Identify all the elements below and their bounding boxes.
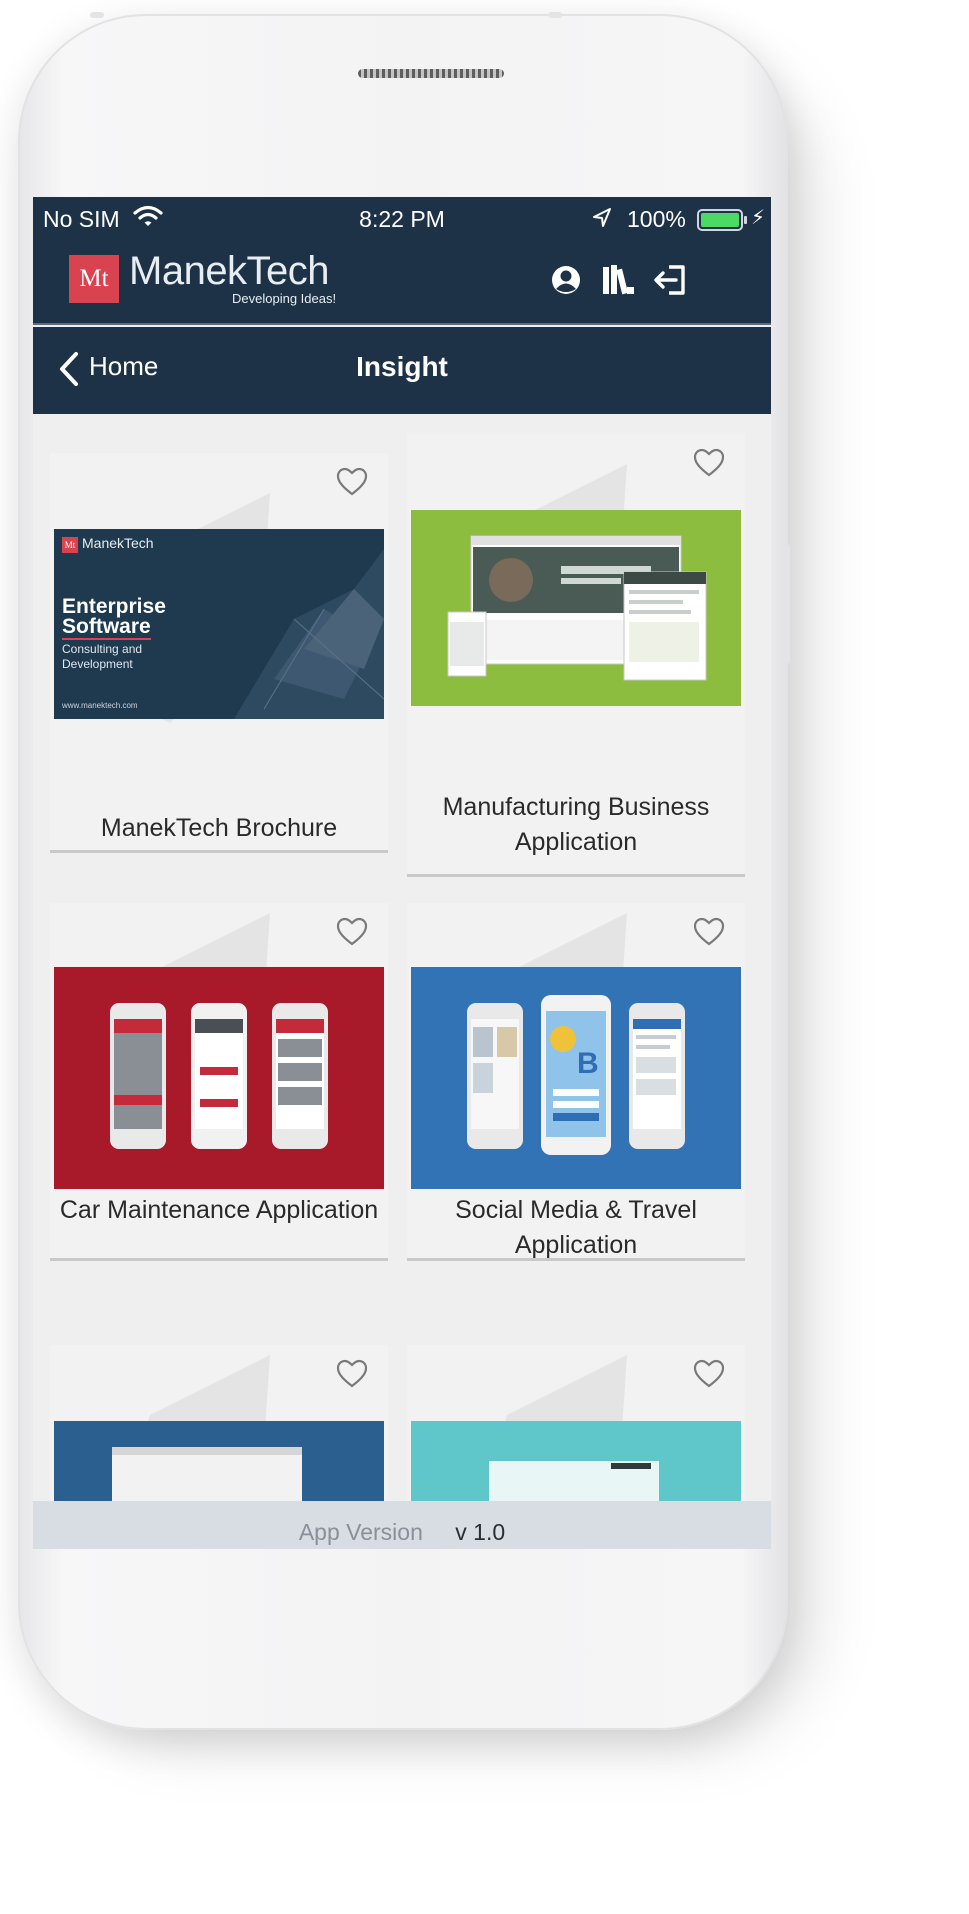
app-version-label: App Version [298, 1519, 423, 1545]
app-version-value: v 1.0 [455, 1519, 506, 1545]
thumb-heading-2: Software [62, 615, 151, 640]
brand-tagline: Developing Ideas! [232, 291, 337, 306]
heart-icon[interactable] [336, 1359, 368, 1389]
heart-icon[interactable] [336, 917, 368, 947]
navigation-bar: Home Insight [33, 327, 771, 414]
thumb-subheading-2: Development [62, 657, 133, 671]
heart-icon[interactable] [336, 467, 368, 497]
charging-bolt-icon: ⚡ [751, 207, 766, 229]
brochure-thumbnail: Mt ManekTech Enterprise Software Consult… [54, 529, 384, 719]
battery-icon [697, 209, 747, 231]
card-title: Car Maintenance Application [59, 1196, 379, 1224]
side-button [90, 12, 104, 18]
insight-card[interactable]: Manufacturing Business Application [407, 434, 745, 877]
thumb-logo-mark: Mt [62, 537, 78, 553]
brand-name: ManekTech [129, 249, 330, 293]
social-travel-thumbnail: B [411, 967, 741, 1189]
insight-card[interactable]: B Social Media & Travel Application [407, 903, 745, 1261]
card-title: Manufacturing Business Application [442, 793, 710, 856]
brand-logo-mark: Mt [69, 255, 119, 303]
heart-icon[interactable] [693, 1359, 725, 1389]
insight-card[interactable]: Car Maintenance Application [50, 903, 388, 1261]
app-header: Mt ManekTech Developing Ideas! [33, 239, 771, 325]
phone-mockups: B [467, 995, 685, 1155]
car-maintenance-thumbnail [54, 967, 384, 1189]
books-icon[interactable] [597, 259, 639, 301]
app-version-bar: App Version v 1.0 [33, 1501, 771, 1549]
insight-card[interactable]: Mt ManekTech Enterprise Software Consult… [50, 453, 388, 853]
thumb-subheading-1: Consulting and [62, 642, 143, 656]
side-button [548, 12, 562, 18]
status-bar: No SIM 8:22 PM 100% ⚡ [33, 197, 771, 239]
thumb-logo-text: ManekTech [82, 535, 154, 551]
heart-icon[interactable] [693, 448, 725, 478]
browser-mockups [447, 535, 707, 681]
user-icon[interactable] [545, 259, 587, 301]
app-screen: No SIM 8:22 PM 100% ⚡ Mt ManekTech Devel… [33, 197, 771, 1549]
manufacturing-thumbnail [411, 510, 741, 706]
battery-percent: 100% [627, 206, 686, 232]
thumb-url: www.manektech.com [62, 701, 138, 710]
logout-icon[interactable] [649, 259, 691, 301]
speaker-grille [358, 69, 504, 78]
svg-text:B: B [577, 1047, 599, 1080]
side-button [784, 544, 790, 664]
page-title: Insight [356, 351, 448, 382]
card-title: ManekTech Brochure [100, 814, 338, 842]
phone-mockups [110, 1003, 328, 1149]
heart-icon[interactable] [693, 917, 725, 947]
card-title: Social Media & Travel Application [455, 1196, 697, 1259]
location-arrow-icon [593, 208, 611, 227]
